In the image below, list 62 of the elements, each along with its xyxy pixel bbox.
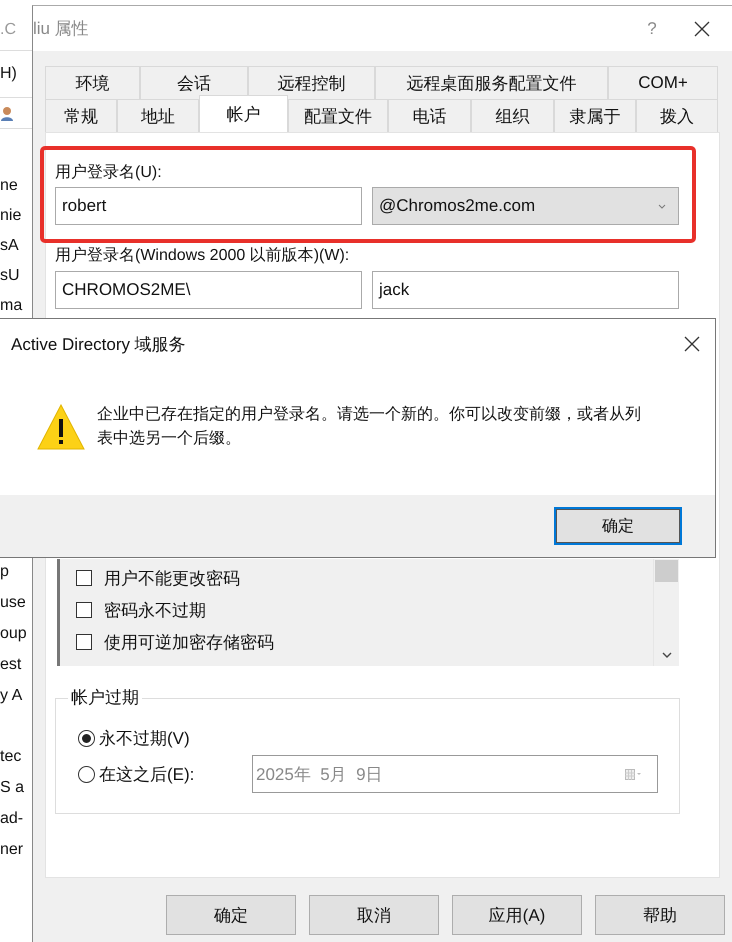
window-title: liu 属性 [33, 18, 90, 40]
tab[interactable]: 电话 [388, 99, 471, 132]
field-label: 用户登录名(Windows 2000 以前版本)(W): [55, 246, 350, 266]
user-icon [0, 106, 14, 120]
list-item[interactable]: oup [0, 618, 32, 649]
help-button[interactable]: ? [627, 18, 677, 38]
list-item[interactable]: tec [0, 741, 32, 772]
input-field[interactable]: robert [55, 187, 362, 225]
input-field[interactable]: jack [372, 271, 679, 309]
scrollbar[interactable] [653, 559, 679, 666]
checkbox[interactable] [76, 570, 92, 586]
window-title: .C [0, 20, 17, 40]
tab[interactable]: 组织 [471, 99, 554, 132]
field-label: 用户登录名(U): [55, 162, 163, 183]
ok-button[interactable]: 确定 [554, 507, 682, 545]
checkbox-label: 使用可逆加密存储密码 [104, 632, 274, 654]
dialog-button[interactable]: 确定 [166, 895, 296, 935]
radio-button[interactable] [78, 730, 95, 746]
list-item[interactable]: ne [0, 171, 32, 201]
chevron-down-icon [662, 652, 672, 658]
list-item[interactable]: use [0, 587, 32, 618]
list-item[interactable]: sA [0, 231, 32, 261]
tab[interactable]: 远程控制 [248, 66, 375, 99]
list-item[interactable]: S a [0, 772, 32, 803]
checkbox[interactable] [76, 602, 92, 618]
tab[interactable]: 会话 [140, 66, 248, 99]
tab[interactable]: 隶属于 [554, 99, 636, 132]
radio-label: 永不过期(V) [99, 728, 191, 750]
tab[interactable]: 拨入 [636, 99, 718, 132]
checkbox[interactable] [76, 634, 92, 650]
list-item[interactable]: ma [0, 291, 32, 321]
list-item[interactable]: y A [0, 680, 32, 711]
list-item[interactable]: sU [0, 261, 32, 291]
tab[interactable]: 帐户 [199, 95, 288, 132]
list-item[interactable]: est [0, 649, 32, 680]
scroll-thumb[interactable] [655, 560, 678, 582]
radio-label: 在这之后(E): [99, 764, 196, 786]
close-icon [683, 335, 701, 353]
domain-dropdown[interactable]: @Chromos2me.com [372, 187, 679, 225]
dialog-button[interactable]: 帮助 [595, 895, 725, 935]
list-item[interactable]: ner [0, 834, 32, 865]
checkbox-label: 密码永不过期 [104, 600, 206, 622]
checkbox-label: 用户不能更改密码 [104, 568, 240, 590]
list-item[interactable]: ad- [0, 803, 32, 834]
tab[interactable]: 常规 [45, 99, 117, 132]
input-field[interactable]: CHROMOS2ME\ [55, 271, 362, 309]
dialog-title: Active Directory 域服务 [11, 334, 186, 356]
tab[interactable]: 配置文件 [288, 99, 388, 132]
caret-icon [658, 204, 666, 208]
close-icon [693, 20, 711, 38]
dialog-button[interactable]: 取消 [309, 895, 439, 935]
list-item[interactable]: p [0, 556, 32, 587]
tab[interactable]: COM+ [608, 66, 718, 99]
radio-button[interactable] [78, 766, 95, 782]
dialog-button[interactable]: 应用(A) [452, 895, 582, 935]
tab[interactable]: 地址 [117, 99, 199, 132]
calendar-icon [625, 768, 641, 780]
tab[interactable]: 环境 [45, 66, 140, 99]
tab[interactable]: 远程桌面服务配置文件 [375, 66, 608, 99]
warning-icon [37, 403, 85, 450]
list-item[interactable]: nie [0, 201, 32, 231]
message-text: 企业中已存在指定的用户登录名。请选一个新的。你可以改变前缀，或者从列表中选另一个后缀。 [97, 404, 642, 449]
